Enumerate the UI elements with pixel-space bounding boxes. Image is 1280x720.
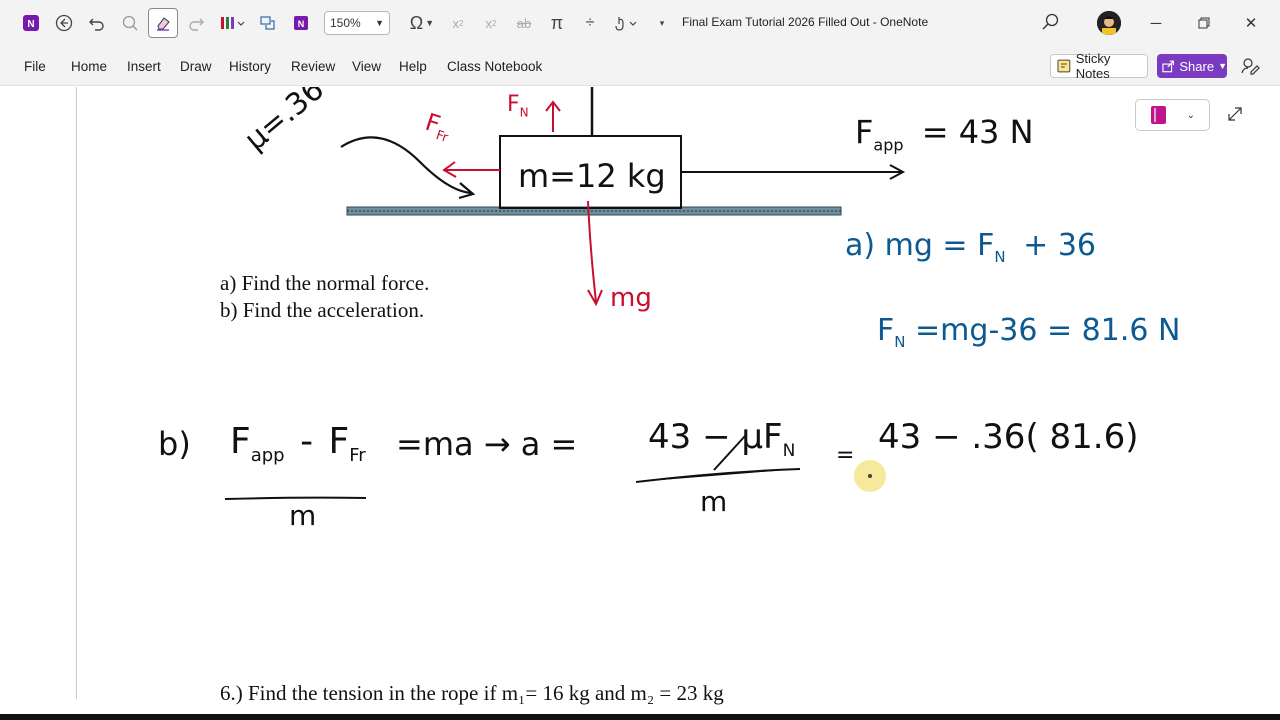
normal-force-arrow [545,100,561,132]
feedback-icon[interactable] [1240,56,1260,81]
onenote-logo-icon: N [16,8,46,38]
redo-icon[interactable] [181,8,211,38]
menu-review[interactable]: Review [291,59,335,74]
title-bar: N N 150% ▼ Ω ▼ x2 x2 ab π ÷ ▾ [0,0,1280,46]
customize-toolbar-icon[interactable]: ▾ [647,8,677,38]
applied-force-sub: app [873,135,904,155]
zoom-value: 150% [330,16,361,30]
superscript-icon[interactable]: x2 [476,8,506,38]
eraser-icon[interactable] [148,8,178,38]
answer-b-numerator: 43 − μFN [648,417,795,461]
touch-mode-icon[interactable] [608,8,644,38]
answer-b-ffr-f: F [328,421,350,462]
answer-a-sub: N [994,248,1006,266]
page-canvas[interactable]: ⌄ a) Find the normal force. b) Find the … [0,87,1280,714]
answer-b-denominator: m [700,485,728,518]
convert-ink-icon[interactable] [253,8,283,38]
answer-b-fapp-f: F [230,421,251,462]
applied-force-f: F [855,113,874,151]
menu-history[interactable]: History [229,59,271,74]
applied-force-arrow [681,164,906,180]
search-icon[interactable] [1041,12,1061,37]
minimize-button[interactable]: ─ [1141,10,1171,36]
answer-a2-rhs: =mg-36 = 81.6 N [915,313,1181,348]
answer-b-left-denominator: m [289,499,317,532]
answer-a-lhs: a) mg = F [845,228,995,263]
answer-a-line-2: FN =mg-36 = 81.6 N [877,313,1180,351]
strikethrough-icon[interactable]: ab [509,8,539,38]
menu-help[interactable]: Help [399,59,427,74]
sticky-notes-label: Sticky Notes [1075,51,1111,81]
menu-class-notebook[interactable]: Class Notebook [447,59,542,74]
normal-force-label: FN [507,92,529,119]
answer-a2-sub: N [894,333,906,351]
taskbar-edge [0,714,1280,720]
friction-arrow [442,161,500,178]
answer-b-num-sub: N [782,440,796,461]
normal-force-f: F [507,92,520,117]
share-button[interactable]: Share ▼ [1157,54,1227,78]
mass-label: m=12 kg [518,157,666,195]
answer-b-fapp-sub: app [250,445,285,467]
weight-label: mg [610,283,652,313]
menu-file[interactable]: File [24,59,46,74]
share-icon [1162,60,1175,73]
sticky-notes-button[interactable]: Sticky Notes [1050,51,1148,81]
lasso-select-icon[interactable] [115,8,145,38]
chevron-down-icon: ▼ [1218,61,1227,71]
pens-icon[interactable] [214,8,250,38]
menu-view[interactable]: View [352,59,381,74]
mu-pointer-arrow [340,136,476,200]
applied-force-value: = 43 N [921,113,1034,151]
applied-force-label: Fapp = 43 N [855,113,1034,154]
svg-text:N: N [298,19,305,29]
svg-text:N: N [27,19,34,30]
zoom-select[interactable]: 150% ▼ [324,11,390,35]
restore-button[interactable] [1189,10,1219,36]
answer-b-equals: = [836,443,855,468]
normal-force-sub: N [519,105,529,120]
undo-icon[interactable] [82,8,112,38]
answer-b-prefix: b) [158,425,191,463]
pi-equation-icon[interactable]: π [542,8,572,38]
answer-b-equation: =ma → a = [396,425,578,463]
answer-a-tail: + 36 [1023,228,1096,263]
close-button[interactable]: ✕ [1236,10,1266,36]
answer-b-ffr-sub: Fr [349,445,366,467]
menu-draw[interactable]: Draw [180,59,212,74]
window-title: Final Exam Tutorial 2026 Filled Out - On… [682,15,929,29]
answer-a-line-1: a) mg = FN + 36 [845,228,1096,266]
omega-symbol-icon[interactable]: Ω ▼ [404,8,440,38]
subscript-icon[interactable]: x2 [443,8,473,38]
sticky-note-icon [1057,59,1071,73]
weight-arrow [587,200,603,307]
answer-b-fapp: Fapp - FFr [230,421,366,467]
back-icon[interactable] [49,8,79,38]
menu-insert[interactable]: Insert [127,59,161,74]
chevron-down-icon: ▼ [375,18,384,28]
avatar[interactable] [1097,11,1121,35]
fraction-bar-right [635,468,801,483]
answer-b-result: 43 − .36( 81.6) [878,417,1139,457]
share-label: Share [1179,58,1215,74]
onenote-icon[interactable]: N [286,8,316,38]
answer-b-num-text: 43 − μF [648,417,783,457]
menu-home[interactable]: Home [71,59,107,74]
divide-icon[interactable]: ÷ [575,8,605,38]
answer-a2-f: F [877,313,895,348]
